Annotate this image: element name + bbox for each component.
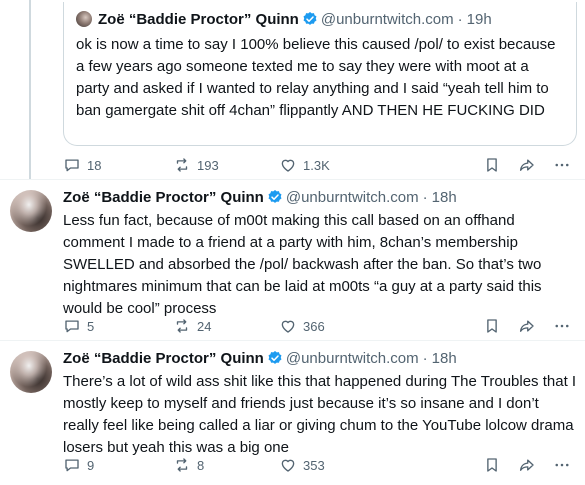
like-count: 353 [303,457,325,473]
reply-icon [65,159,79,172]
more-options-button[interactable] [553,155,571,175]
bookmark-icon [487,319,497,333]
like-button[interactable]: 353 [279,455,325,475]
repost-count: 24 [197,318,212,334]
like-button[interactable]: 1.3K [279,155,330,175]
quoted-post-actions: 18 193 1.3K [63,155,577,175]
more-icon [555,163,569,167]
repost-button[interactable]: 8 [173,455,204,475]
bookmark-icon [487,458,497,472]
post-actions: 5 24 366 [63,316,577,336]
reply-icon [65,320,79,333]
quoted-author-handle[interactable]: @unburntwitch.com [321,11,454,28]
like-count: 366 [303,318,325,334]
avatar[interactable] [10,351,52,393]
author-handle[interactable]: @unburntwitch.com [286,189,419,206]
quoted-post-card[interactable]: Zoë “Baddie Proctor” Quinn @unburntwitch… [63,2,577,146]
post-header: Zoë “Baddie Proctor” Quinn @unburntwitch… [63,187,457,207]
reply-button[interactable]: 9 [63,455,94,475]
repost-icon [176,158,188,172]
post-header: Zoë “Baddie Proctor” Quinn @unburntwitch… [63,348,457,368]
repost-count: 193 [197,157,219,173]
verified-badge-icon [268,351,282,364]
quoted-post-avatar[interactable] [76,11,92,27]
quoted-post-text: ok is now a time to say I 100% believe t… [76,36,556,119]
share-button[interactable] [518,316,536,336]
share-icon [519,459,534,471]
reply-button[interactable]: 18 [63,155,101,175]
bookmark-icon [487,158,497,172]
post-time[interactable]: 18h [432,189,457,206]
quoted-post-header: Zoë “Baddie Proctor” Quinn @unburntwitch… [76,10,564,28]
reply-count: 18 [87,157,102,173]
more-options-button[interactable] [553,455,571,475]
quoted-post-time[interactable]: 19h [467,11,492,28]
separator-dot: · [422,188,428,206]
bookmark-button[interactable] [483,455,501,475]
separator-dot: · [457,10,463,28]
author-handle[interactable]: @unburntwitch.com [286,350,419,367]
post-actions: 9 8 353 [63,455,577,475]
more-icon [555,463,569,467]
bookmark-button[interactable] [483,155,501,175]
like-button[interactable]: 366 [279,316,325,336]
post-text: Less fun fact, because of m00t making th… [63,212,542,317]
verified-badge-icon [268,190,282,203]
like-icon [281,320,295,333]
like-count: 1.3K [303,157,330,173]
author-name[interactable]: Zoë “Baddie Proctor” Quinn [63,350,264,367]
more-options-button[interactable] [553,316,571,336]
repost-count: 8 [197,457,205,473]
repost-button[interactable]: 24 [173,316,211,336]
bookmark-button[interactable] [483,316,501,336]
reply-icon [65,459,79,472]
share-icon [519,159,534,171]
verified-badge-icon [303,12,317,25]
author-name[interactable]: Zoë “Baddie Proctor” Quinn [63,189,264,206]
repost-button[interactable]: 193 [173,155,219,175]
like-icon [281,459,295,472]
repost-icon [176,458,188,472]
repost-icon [176,319,188,333]
avatar[interactable] [10,190,52,232]
post-time[interactable]: 18h [432,350,457,367]
thread-line [29,0,31,179]
reply-button[interactable]: 5 [63,316,94,336]
share-icon [519,320,534,332]
separator-dot: · [422,349,428,367]
more-icon [555,324,569,328]
quoted-author-name[interactable]: Zoë “Baddie Proctor” Quinn [98,11,299,28]
share-button[interactable] [518,155,536,175]
share-button[interactable] [518,455,536,475]
reply-count: 5 [87,318,95,334]
post-text: There’s a lot of wild ass shit like this… [63,373,577,456]
reply-count: 9 [87,457,95,473]
like-icon [281,159,295,172]
